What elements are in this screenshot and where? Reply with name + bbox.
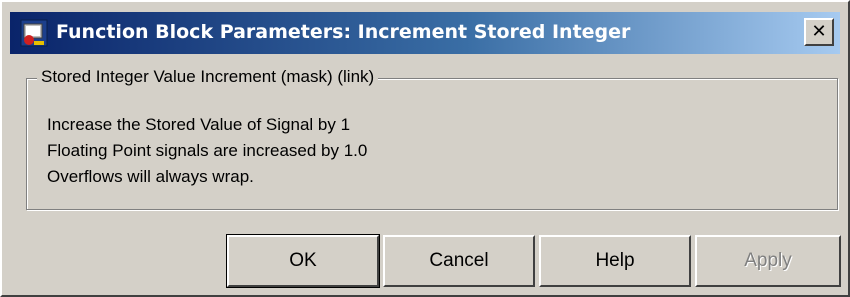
- description-line: Overflows will always wrap.: [47, 167, 254, 186]
- mask-description-group: Stored Integer Value Increment (mask) (l…: [26, 67, 838, 210]
- close-button[interactable]: ✕: [804, 18, 834, 46]
- apply-button-label: Apply: [744, 250, 792, 271]
- ok-button[interactable]: OK: [226, 234, 380, 288]
- description-line: Floating Point signals are increased by …: [47, 141, 368, 160]
- help-button[interactable]: Help: [539, 235, 691, 287]
- window-title: Function Block Parameters: Increment Sto…: [56, 21, 631, 43]
- ok-button-label: OK: [289, 250, 317, 271]
- apply-button[interactable]: Apply: [695, 235, 841, 287]
- cancel-button[interactable]: Cancel: [383, 235, 535, 287]
- group-legend: Stored Integer Value Increment (mask) (l…: [37, 67, 379, 87]
- title-bar[interactable]: Function Block Parameters: Increment Sto…: [10, 12, 840, 54]
- simulink-block-icon: [20, 19, 48, 47]
- mask-description: Increase the Stored Value of Signal by 1…: [47, 112, 367, 190]
- close-icon: ✕: [811, 21, 827, 42]
- cancel-button-label: Cancel: [429, 250, 489, 271]
- dialog-window: Function Block Parameters: Increment Sto…: [0, 0, 850, 297]
- description-line: Increase the Stored Value of Signal by 1: [47, 115, 351, 134]
- help-button-label: Help: [595, 250, 635, 271]
